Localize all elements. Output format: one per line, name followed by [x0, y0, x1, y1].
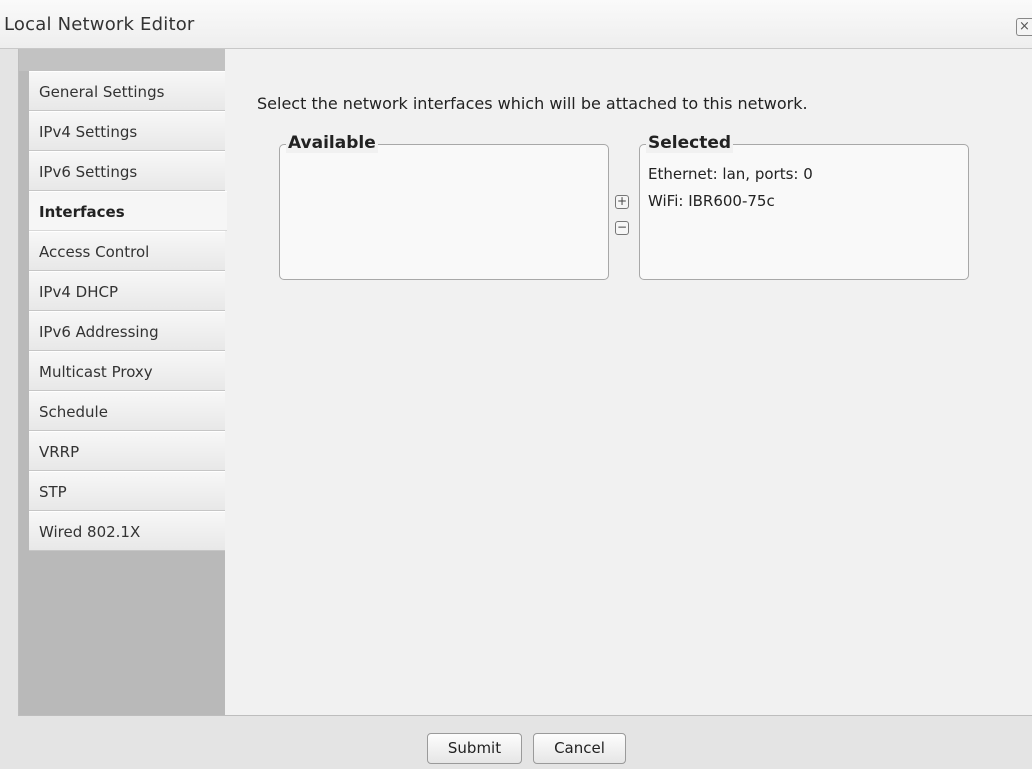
tab-ipv6-settings[interactable]: IPv6 Settings [29, 151, 225, 191]
tab-access-control[interactable]: Access Control [29, 231, 225, 271]
cancel-button[interactable]: Cancel [533, 733, 626, 764]
tab-stp[interactable]: STP [29, 471, 225, 511]
tab-wired-8021x[interactable]: Wired 802.1X [29, 511, 225, 551]
tab-interfaces[interactable]: Interfaces [29, 191, 227, 231]
list-item[interactable]: Ethernet: lan, ports: 0 [648, 161, 813, 188]
available-list-label: Available [286, 133, 378, 153]
sidebar: General Settings IPv4 Settings IPv6 Sett… [19, 49, 227, 715]
tab-ipv6-addressing[interactable]: IPv6 Addressing [29, 311, 225, 351]
list-item[interactable]: WiFi: IBR600-75c [648, 188, 813, 215]
tab-ipv4-dhcp[interactable]: IPv4 DHCP [29, 271, 225, 311]
tab-multicast-proxy[interactable]: Multicast Proxy [29, 351, 225, 391]
add-interface-button[interactable]: + [615, 195, 629, 209]
minus-icon: − [616, 220, 628, 234]
dialog-titlebar: Local Network Editor × [0, 0, 1032, 49]
tab-ipv4-settings[interactable]: IPv4 Settings [29, 111, 225, 151]
dialog-title: Local Network Editor [4, 14, 195, 35]
selected-list-label: Selected [646, 133, 734, 153]
close-icon: × [1019, 19, 1030, 34]
selected-items: Ethernet: lan, ports: 0 WiFi: IBR600-75c [648, 161, 813, 215]
tab-vrrp[interactable]: VRRP [29, 431, 225, 471]
dialog-body: General Settings IPv4 Settings IPv6 Sett… [18, 49, 1032, 716]
tab-general-settings[interactable]: General Settings [29, 71, 225, 111]
submit-button[interactable]: Submit [427, 733, 522, 764]
dialog-footer: Submit Cancel [0, 716, 1032, 769]
interfaces-panel: Select the network interfaces which will… [227, 49, 1032, 715]
available-interfaces-list[interactable]: Available [279, 133, 609, 280]
sidebar-top-strip [19, 49, 225, 71]
plus-icon: + [616, 194, 628, 208]
local-network-editor-dialog: Local Network Editor × General Settings … [0, 0, 1032, 769]
remove-interface-button[interactable]: − [615, 221, 629, 235]
instructions-text: Select the network interfaces which will… [257, 94, 808, 113]
selected-interfaces-list[interactable]: Selected Ethernet: lan, ports: 0 WiFi: I… [639, 133, 969, 280]
sidebar-tabs: General Settings IPv4 Settings IPv6 Sett… [29, 71, 227, 551]
tab-schedule[interactable]: Schedule [29, 391, 225, 431]
close-button[interactable]: × [1016, 18, 1032, 36]
